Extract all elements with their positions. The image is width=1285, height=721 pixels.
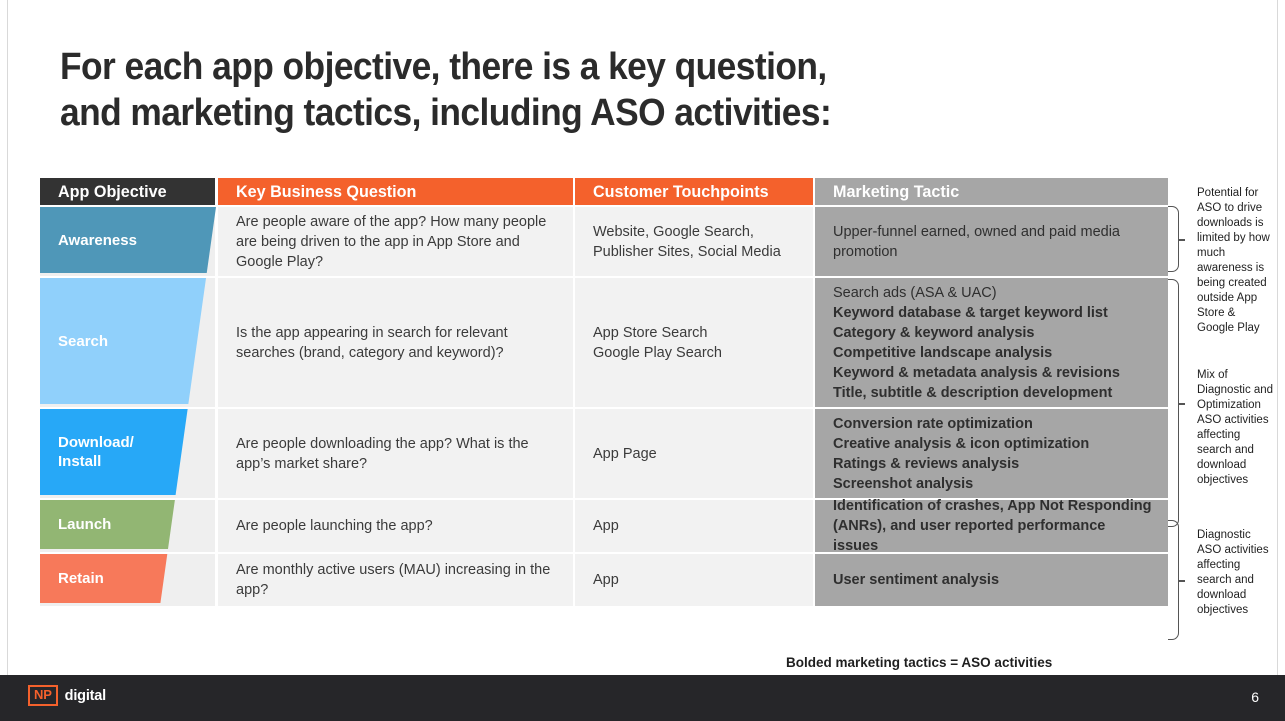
funnel-segment: Retain xyxy=(40,554,168,603)
page-title: For each app objective, there is a key q… xyxy=(60,46,832,134)
question-text: Are people downloading the app? What is … xyxy=(236,435,529,472)
aso-activity-item: Conversion rate optimization xyxy=(833,415,1033,432)
touchpoint-line: Google Play Search xyxy=(593,344,722,361)
marketing-tactic-cell: Search ads (ASA & UAC) Keyword database &… xyxy=(815,278,1168,407)
touchpoint-line: Publisher Sites, Social Media xyxy=(593,243,781,260)
aso-activity-item: Screenshot analysis xyxy=(833,475,974,492)
aso-activity-item: Keyword & metadata analysis & revisions xyxy=(833,364,1120,381)
question-cell: Are people aware of the app? How many pe… xyxy=(218,207,573,276)
funnel-chart: Awareness Search Download/ Install Launch Re… xyxy=(40,207,218,623)
touchpoint-line: Website, Google Search, xyxy=(593,223,754,240)
question-text: Are people launching the app? xyxy=(236,518,433,534)
touchpoint-line: App Page xyxy=(593,445,657,462)
annotation-note: Mix of Diagnostic and Optimization ASO a… xyxy=(1197,369,1274,486)
slide-left-border xyxy=(7,0,8,675)
footer-bar: NP digital 6 xyxy=(0,675,1285,721)
column-header-marketing-tactic: Marketing Tactic xyxy=(815,178,1168,205)
tactic-item: Upper-funnel earned, owned and paid medi… xyxy=(833,223,1120,260)
question-cell: Are people downloading the app? What is … xyxy=(218,409,573,498)
touchpoints-cell: App xyxy=(575,554,813,606)
touchpoint-line: App xyxy=(593,572,619,588)
funnel-segment: Download/ Install xyxy=(40,409,188,495)
column-header-key-business-question: Key Business Question xyxy=(218,178,573,205)
aso-activity-item: Creative analysis & icon optimization xyxy=(833,435,1090,452)
slide-right-border xyxy=(1277,0,1278,675)
logo-mark: NP xyxy=(28,685,58,706)
column-header-customer-touchpoints-label: Customer Touchpoints xyxy=(593,182,769,201)
aso-activity-item: Identification of crashes, App Not Respo… xyxy=(833,498,1152,554)
column-header-app-objective: App Objective xyxy=(40,178,215,205)
tactic-item: Search ads (ASA & UAC) xyxy=(833,284,997,301)
logo-wordmark: digital xyxy=(64,687,106,704)
objectives-table: App Objective Key Business Question Cust… xyxy=(40,178,1168,623)
column-header-key-business-question-label: Key Business Question xyxy=(236,182,417,201)
marketing-tactic-cell: Conversion rate optimization Creative ana… xyxy=(815,409,1168,498)
column-header-customer-touchpoints: Customer Touchpoints xyxy=(575,178,813,205)
marketing-tactic-cell: User sentiment analysis xyxy=(815,554,1168,606)
marketing-tactic-cell: Upper-funnel earned, owned and paid medi… xyxy=(815,207,1168,276)
question-cell: Are monthly active users (MAU) increasin… xyxy=(218,554,573,606)
funnel-segment: Launch xyxy=(40,500,175,549)
page-number: 6 xyxy=(1251,689,1259,705)
slide-canvas: For each app objective, there is a key q… xyxy=(0,0,1285,721)
funnel-segment: Search xyxy=(40,278,207,404)
funnel-segment-label: Launch xyxy=(58,516,112,533)
annotation-brace xyxy=(1168,520,1185,640)
question-cell: Is the app appearing in search for relev… xyxy=(218,278,573,407)
question-text: Is the app appearing in search for relev… xyxy=(236,324,508,361)
touchpoint-line: App xyxy=(593,518,619,534)
touchpoints-cell: Website, Google Search, Publisher Sites, … xyxy=(575,207,813,276)
funnel-segment-label: Search xyxy=(58,332,109,350)
funnel-segment-label: Retain xyxy=(58,570,104,587)
question-text: Are people aware of the app? How many pe… xyxy=(236,213,547,270)
aso-activity-item: Category & keyword analysis xyxy=(833,324,1035,341)
funnel-segment-label: Download/ Install xyxy=(58,434,134,470)
question-text: Are monthly active users (MAU) increasin… xyxy=(236,562,551,598)
marketing-tactic-cell: Identification of crashes, App Not Respo… xyxy=(815,498,1168,554)
aso-activity-item: Ratings & reviews analysis xyxy=(833,455,1020,472)
touchpoints-cell: App Store Search Google Play Search xyxy=(575,278,813,407)
annotation-note: Diagnostic ASO activities affecting sear… xyxy=(1197,529,1269,616)
aso-activity-item: Title, subtitle & description developmen… xyxy=(833,384,1113,401)
column-header-marketing-tactic-label: Marketing Tactic xyxy=(833,182,960,201)
touchpoints-cell: App Page xyxy=(575,409,813,498)
funnel-segment: Awareness xyxy=(40,207,216,273)
column-header-app-objective-label: App Objective xyxy=(58,182,167,201)
touchpoints-cell: App xyxy=(575,500,813,552)
table-header-row: App Objective Key Business Question Cust… xyxy=(40,178,1168,205)
annotation-brace xyxy=(1168,279,1185,527)
aso-activity-item: User sentiment analysis xyxy=(833,572,1000,588)
footnote: Bolded marketing tactics = ASO activitie… xyxy=(786,655,1053,670)
aso-activity-item: Competitive landscape analysis xyxy=(833,344,1053,361)
np-digital-logo: NP digital xyxy=(28,685,106,706)
touchpoint-line: App Store Search xyxy=(593,324,708,341)
funnel-segment-label: Awareness xyxy=(58,231,137,249)
question-cell: Are people launching the app? xyxy=(218,500,573,552)
annotation-brace xyxy=(1168,206,1185,272)
annotation-note: Potential for ASO to drive downloads is … xyxy=(1197,187,1270,334)
aso-activity-item: Keyword database & target keyword list xyxy=(833,304,1108,321)
